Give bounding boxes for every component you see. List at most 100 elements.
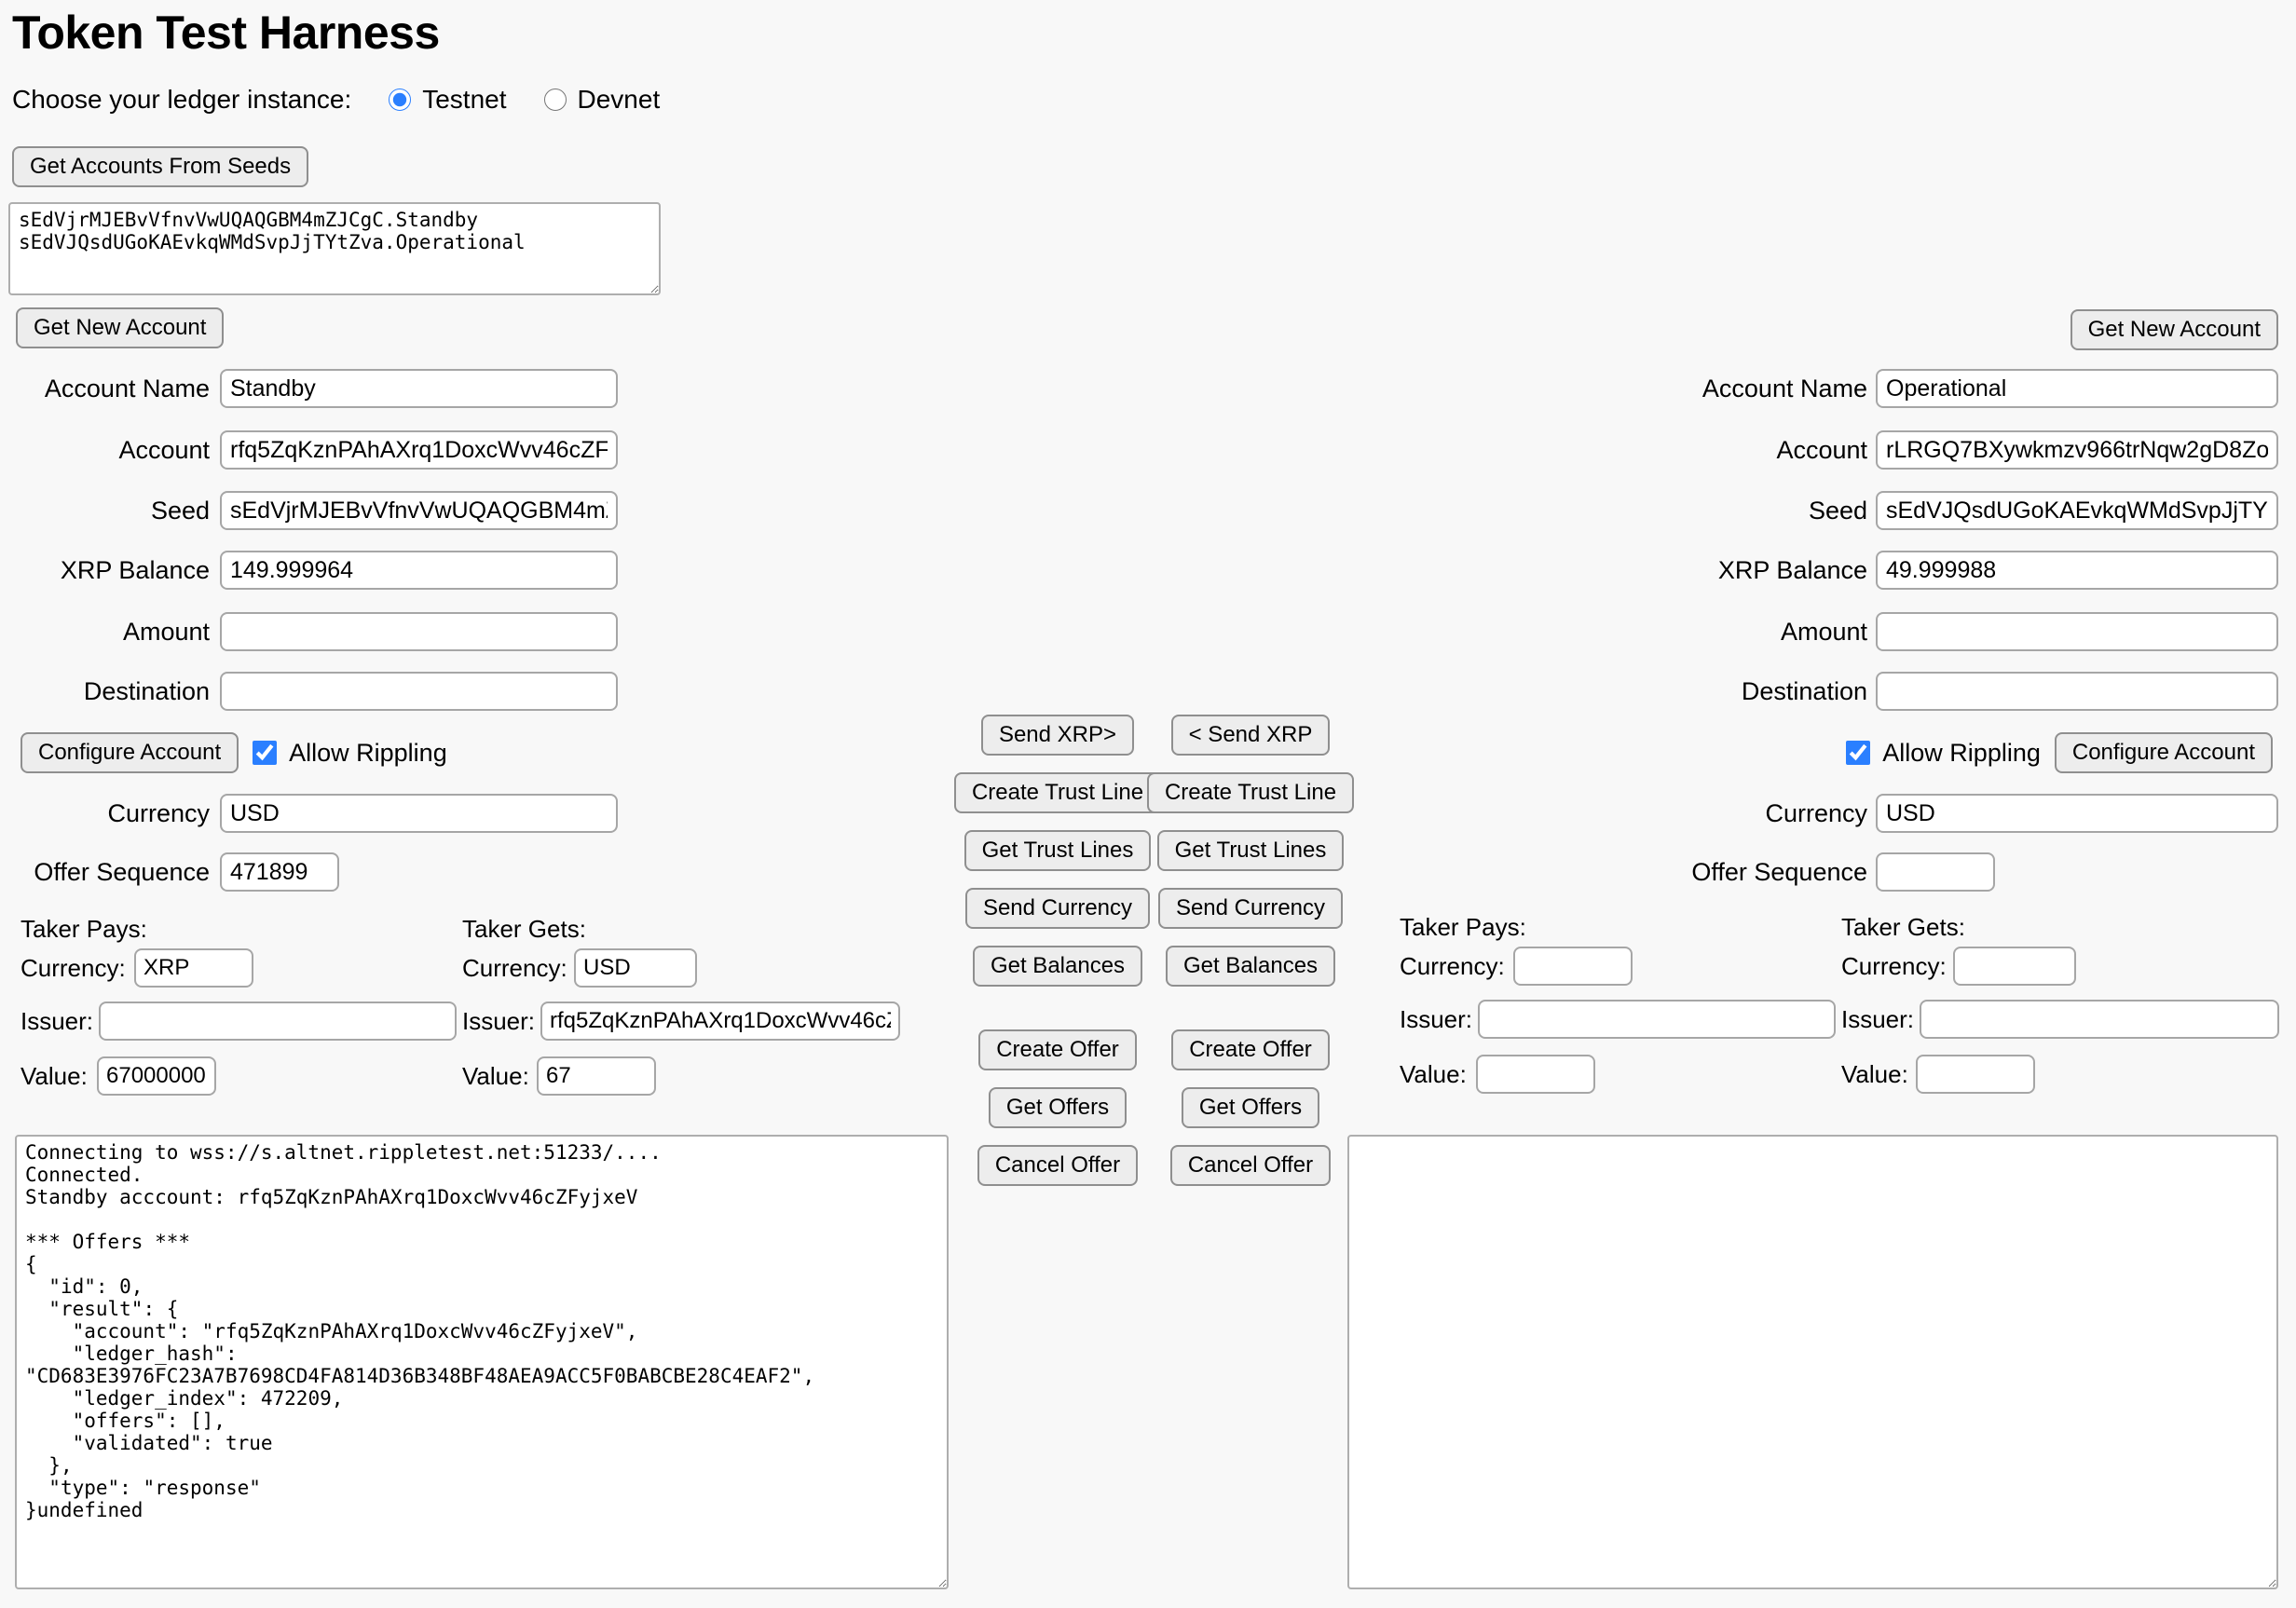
operational-offer-fields: Taker Pays: Currency: Taker Gets: Curren… [1394, 913, 2296, 1099]
operational-offer-sequence-input[interactable] [1876, 852, 1995, 892]
operational-account-name-label: Account Name [1551, 375, 1867, 403]
operational-xrp-balance-input[interactable] [1876, 551, 2278, 590]
operational-taker-gets-currency-input[interactable] [1953, 947, 2076, 986]
standby-actions-column: Send XRP> Create Trust Line Get Trust Li… [960, 715, 1155, 1186]
operational-account-input[interactable] [1876, 430, 2278, 470]
standby-xrp-balance-label: XRP Balance [0, 556, 210, 585]
operational-results-textarea[interactable] [1347, 1135, 2278, 1589]
operational-allow-rippling-checkbox[interactable] [1846, 741, 1870, 765]
standby-account-name-label: Account Name [0, 375, 210, 403]
operational-currency-input[interactable] [1876, 794, 2278, 833]
operational-account-row: Account [1551, 430, 2278, 470]
operational-cancel-offer-button[interactable]: Cancel Offer [1170, 1145, 1331, 1186]
standby-allow-rippling-label: Allow Rippling [289, 739, 447, 768]
operational-offer-sequence-row: Offer Sequence [1551, 852, 1995, 892]
operational-create-offer-button[interactable]: Create Offer [1171, 1029, 1330, 1070]
standby-amount-input[interactable] [220, 612, 618, 651]
standby-currency-label: Currency [0, 799, 210, 828]
standby-offer-sequence-label: Offer Sequence [0, 858, 210, 887]
standby-send-xrp-button[interactable]: Send XRP> [981, 715, 1134, 756]
operational-account-name-input[interactable] [1876, 369, 2278, 408]
standby-destination-row: Destination [0, 672, 618, 711]
standby-configure-row: Configure Account Allow Rippling [20, 732, 447, 773]
standby-cancel-offer-button[interactable]: Cancel Offer [977, 1145, 1138, 1186]
standby-get-trust-lines-button[interactable]: Get Trust Lines [964, 830, 1152, 871]
standby-taker-gets-issuer-input[interactable] [540, 1002, 900, 1041]
operational-create-trust-line-button[interactable]: Create Trust Line [1147, 772, 1354, 813]
standby-currency-row: Currency [0, 794, 618, 833]
operational-send-xrp-button[interactable]: < Send XRP [1171, 715, 1331, 756]
standby-destination-input[interactable] [220, 672, 618, 711]
standby-xrp-balance-input[interactable] [220, 551, 618, 590]
token-test-harness-page: Token Test Harness Choose your ledger in… [0, 0, 2296, 1608]
operational-allow-rippling-option[interactable]: Allow Rippling [1846, 739, 2041, 768]
standby-taker-pays-header: Taker Pays: [20, 915, 147, 944]
operational-destination-input[interactable] [1876, 672, 2278, 711]
operational-seed-row: Seed [1551, 491, 2278, 530]
standby-account-row: Account [0, 430, 618, 470]
standby-account-label: Account [0, 436, 210, 465]
standby-taker-pays-issuer-label: Issuer: [20, 1002, 93, 1041]
operational-configure-account-button[interactable]: Configure Account [2055, 732, 2273, 773]
operational-get-balances-button[interactable]: Get Balances [1166, 946, 1335, 987]
operational-seed-input[interactable] [1876, 491, 2278, 530]
standby-allow-rippling-option[interactable]: Allow Rippling [253, 739, 447, 768]
devnet-radio[interactable] [544, 89, 567, 111]
operational-amount-input[interactable] [1876, 612, 2278, 651]
operational-taker-gets-value-input[interactable] [1916, 1055, 2035, 1094]
standby-offer-fields: Taker Pays: Currency: Taker Gets: Curren… [15, 915, 928, 1101]
operational-taker-pays-value-input[interactable] [1476, 1055, 1595, 1094]
standby-create-offer-button[interactable]: Create Offer [978, 1029, 1137, 1070]
standby-seed-row: Seed [0, 491, 618, 530]
get-accounts-from-seeds-button[interactable]: Get Accounts From Seeds [12, 146, 308, 187]
standby-account-name-input[interactable] [220, 369, 618, 408]
standby-configure-account-button[interactable]: Configure Account [20, 732, 239, 773]
testnet-radio-label: Testnet [422, 85, 506, 115]
operational-taker-pays-currency-input[interactable] [1513, 947, 1633, 986]
devnet-radio-label: Devnet [578, 85, 661, 115]
standby-results-textarea[interactable]: Connecting to wss://s.altnet.rippletest.… [15, 1135, 949, 1589]
standby-allow-rippling-checkbox[interactable] [253, 741, 277, 765]
standby-amount-row: Amount [0, 612, 618, 651]
operational-get-trust-lines-button[interactable]: Get Trust Lines [1157, 830, 1345, 871]
standby-taker-gets-value-input[interactable] [537, 1056, 656, 1096]
standby-account-input[interactable] [220, 430, 618, 470]
operational-allow-rippling-label: Allow Rippling [1882, 739, 2041, 768]
operational-taker-gets-header: Taker Gets: [1841, 913, 1965, 942]
standby-destination-label: Destination [0, 677, 210, 706]
operational-seed-label: Seed [1551, 497, 1867, 525]
standby-seed-label: Seed [0, 497, 210, 525]
operational-taker-gets-currency-label: Currency: [1841, 947, 1947, 986]
operational-taker-gets-issuer-input[interactable] [1920, 1000, 2279, 1039]
standby-taker-pays-value-input[interactable] [97, 1056, 216, 1096]
operational-get-offers-button[interactable]: Get Offers [1182, 1087, 1319, 1128]
standby-taker-pays-issuer-input[interactable] [99, 1002, 457, 1041]
standby-taker-gets-currency-label: Currency: [462, 948, 567, 988]
page-title: Token Test Harness [12, 6, 440, 60]
testnet-radio-option[interactable]: Testnet [389, 85, 506, 115]
operational-get-new-account-button[interactable]: Get New Account [2070, 309, 2278, 350]
operational-taker-pays-currency-label: Currency: [1400, 947, 1505, 986]
standby-taker-pays-currency-input[interactable] [134, 948, 253, 988]
standby-currency-input[interactable] [220, 794, 618, 833]
standby-taker-gets-issuer-label: Issuer: [462, 1002, 535, 1041]
standby-seed-input[interactable] [220, 491, 618, 530]
operational-taker-pays-issuer-input[interactable] [1478, 1000, 1836, 1039]
standby-send-currency-button[interactable]: Send Currency [965, 888, 1150, 929]
standby-get-offers-button[interactable]: Get Offers [989, 1087, 1127, 1128]
devnet-radio-option[interactable]: Devnet [544, 85, 661, 115]
standby-get-new-account-button[interactable]: Get New Account [16, 307, 224, 348]
seeds-textarea[interactable]: sEdVjrMJEBvVfnvVwUQAQGBM4mZJCgC.Standby … [8, 202, 661, 295]
testnet-radio[interactable] [389, 89, 411, 111]
standby-taker-gets-currency-input[interactable] [574, 948, 697, 988]
operational-xrp-balance-row: XRP Balance [1551, 551, 2278, 590]
standby-create-trust-line-button[interactable]: Create Trust Line [954, 772, 1161, 813]
operational-send-currency-button[interactable]: Send Currency [1158, 888, 1343, 929]
standby-get-balances-button[interactable]: Get Balances [973, 946, 1142, 987]
standby-offer-sequence-input[interactable] [220, 852, 339, 892]
operational-amount-label: Amount [1551, 618, 1867, 647]
operational-offer-sequence-label: Offer Sequence [1551, 858, 1867, 887]
operational-taker-pays-value-label: Value: [1400, 1055, 1467, 1094]
standby-account-name-row: Account Name [0, 369, 618, 408]
standby-taker-gets-header: Taker Gets: [462, 915, 586, 944]
